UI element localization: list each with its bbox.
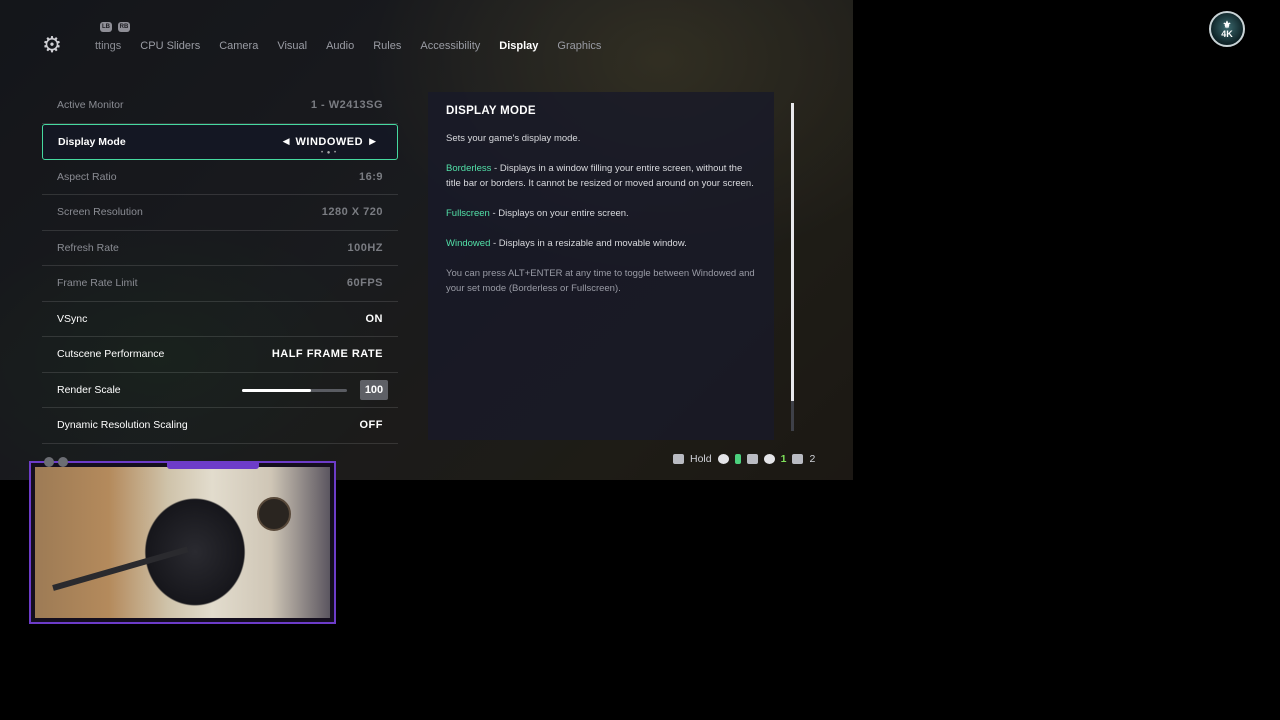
setting-value: 100HZ — [347, 241, 383, 254]
setting-label: Refresh Rate — [57, 241, 119, 254]
info-borderless: Borderless - Displays in a window fillin… — [446, 161, 756, 191]
setting-render-scale[interactable]: Render Scale 100 — [42, 373, 398, 408]
arrow-left-icon[interactable]: ◀ — [283, 136, 290, 147]
channel-logo: ⚜ 4K — [1209, 11, 1245, 47]
setting-refresh-rate[interactable]: Refresh Rate 100HZ — [42, 231, 398, 266]
players-icon — [792, 454, 804, 464]
render-scale-slider[interactable] — [242, 388, 347, 392]
tab-settings[interactable]: ttings — [95, 40, 121, 52]
setting-value: HALF FRAME RATE — [271, 348, 383, 361]
tab-rules[interactable]: Rules — [373, 40, 401, 52]
settings-list: Active Monitor 1 - W2413SG Display Mode … — [42, 88, 398, 444]
setting-value: ON — [365, 312, 383, 325]
setting-display-mode[interactable]: Display Mode ◀ WINDOWED ▶ • ● • — [42, 123, 398, 160]
desc-fullscreen: - Displays on your entire screen. — [489, 208, 629, 219]
button-prompt-icon — [58, 457, 68, 467]
wall-clock — [257, 497, 291, 531]
setting-frame-rate-limit[interactable]: Frame Rate Limit 60FPS — [42, 266, 398, 302]
settings-tabs: ttings CPU Sliders Camera Visual Audio R… — [95, 40, 620, 52]
setting-dynamic-resolution-scaling[interactable]: Dynamic Resolution Scaling OFF — [42, 408, 398, 444]
tab-cpu-sliders[interactable]: CPU Sliders — [140, 40, 200, 52]
signal-icon — [734, 454, 741, 464]
setting-label: Active Monitor — [57, 99, 124, 112]
setting-label: Cutscene Performance — [57, 348, 165, 361]
setting-cutscene-performance[interactable]: Cutscene Performance HALF FRAME RATE — [42, 337, 398, 373]
gear-icon[interactable]: ⚙ — [42, 34, 62, 56]
chat-icon — [673, 454, 684, 464]
setting-label: Screen Resolution — [57, 206, 143, 219]
info-tip: You can press ALT+ENTER at any time to t… — [446, 268, 755, 294]
right-bumper-icon: RB — [118, 22, 130, 32]
info-windowed: Windowed - Displays in a resizable and m… — [446, 236, 756, 251]
tab-display[interactable]: Display — [499, 40, 538, 52]
slider-fill — [242, 388, 312, 392]
setting-label: Frame Rate Limit — [57, 277, 138, 290]
setting-value: OFF — [359, 419, 383, 432]
hold-label: Hold — [690, 453, 712, 465]
desc-windowed: - Displays in a resizable and movable wi… — [490, 238, 687, 249]
info-panel: DISPLAY MODE Sets your game's display mo… — [428, 92, 774, 440]
online-count: 1 — [780, 453, 787, 465]
desc-borderless: - Displays in a window filling your enti… — [446, 163, 754, 189]
setting-label: Dynamic Resolution Scaling — [57, 419, 188, 432]
setting-value: 1 - W2413SG — [310, 99, 383, 112]
arrow-right-icon[interactable]: ▶ — [369, 136, 376, 147]
setting-label: Display Mode — [58, 135, 126, 148]
tab-visual[interactable]: Visual — [277, 40, 307, 52]
tab-camera[interactable]: Camera — [219, 40, 258, 52]
button-prompt-icon — [44, 457, 54, 467]
tab-graphics[interactable]: Graphics — [557, 40, 601, 52]
term-windowed: Windowed — [446, 238, 491, 249]
info-title: DISPLAY MODE — [446, 105, 536, 117]
info-fullscreen: Fullscreen - Displays on your entire scr… — [446, 206, 756, 221]
left-bumper-icon: LB — [100, 22, 112, 32]
term-fullscreen: Fullscreen — [446, 208, 490, 219]
ea-icon — [717, 454, 729, 464]
setting-aspect-ratio[interactable]: Aspect Ratio 16:9 — [42, 160, 398, 195]
players-count: 2 — [809, 453, 816, 465]
setting-label: Aspect Ratio — [57, 170, 117, 183]
webcam-frame-tab — [167, 463, 259, 469]
footer-status: Hold 1 2 — [673, 453, 815, 465]
microphone-arm — [52, 546, 189, 591]
controller-icon — [746, 454, 758, 464]
logo-text: 4K — [1221, 29, 1233, 39]
setting-value: 16:9 — [358, 170, 383, 183]
webcam-overlay — [29, 461, 336, 624]
term-borderless: Borderless — [446, 163, 492, 174]
option-dots-icon: • ● • — [321, 149, 338, 156]
setting-vsync[interactable]: VSync ON — [42, 302, 398, 337]
info-scrollbar[interactable] — [791, 103, 794, 431]
tab-accessibility[interactable]: Accessibility — [420, 40, 480, 52]
setting-value: 60FPS — [346, 277, 383, 290]
setting-screen-resolution[interactable]: Screen Resolution 1280 X 720 — [42, 195, 398, 231]
setting-value: WINDOWED — [295, 135, 364, 148]
render-scale-value: 100 — [360, 379, 388, 400]
info-intro: Sets your game's display mode. — [446, 133, 581, 144]
tab-audio[interactable]: Audio — [326, 40, 354, 52]
status-icon — [763, 454, 775, 464]
webcam-feed — [35, 467, 330, 618]
setting-label: VSync — [57, 312, 88, 325]
scrollbar-thumb[interactable] — [791, 103, 794, 401]
setting-value: 1280 X 720 — [321, 206, 383, 219]
setting-active-monitor[interactable]: Active Monitor 1 - W2413SG — [42, 88, 398, 124]
footer-left-prompts — [44, 457, 68, 467]
